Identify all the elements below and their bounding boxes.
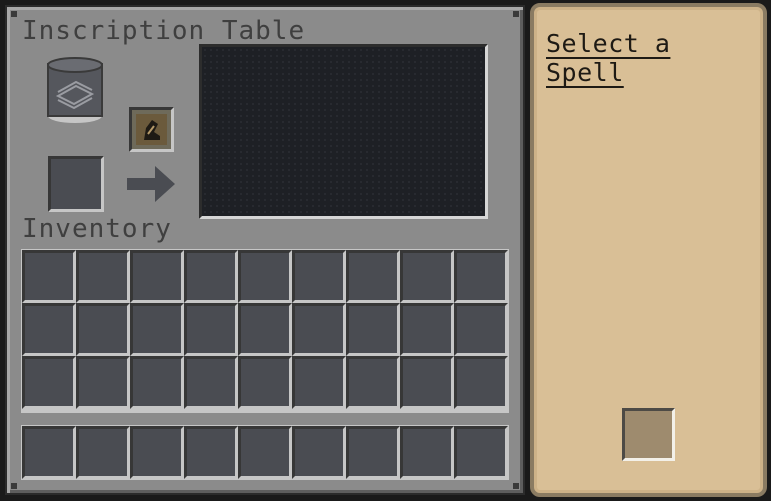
spell-preview-display [199, 44, 488, 219]
inventory-label: Inventory [22, 214, 172, 244]
panel-corner [513, 11, 519, 17]
panel-corner [513, 483, 519, 489]
page-title: Inscription Table [22, 16, 306, 46]
right-arrow-icon [125, 164, 177, 204]
spell-selection-scroll: Select a Spell [530, 3, 767, 497]
quill-slot[interactable] [129, 107, 174, 152]
inventory-slot[interactable] [400, 303, 454, 356]
quill-icon [136, 114, 167, 145]
inventory-slot[interactable] [346, 356, 400, 409]
inventory-slot[interactable] [454, 356, 508, 409]
inventory-slot[interactable] [76, 250, 130, 303]
inventory-slot[interactable] [346, 303, 400, 356]
inventory-slot[interactable] [130, 303, 184, 356]
inventory-grid [22, 250, 508, 409]
hotbar-slot[interactable] [238, 426, 292, 479]
inventory-slot[interactable] [400, 250, 454, 303]
inventory-slot[interactable] [238, 303, 292, 356]
book-input-slot[interactable] [46, 56, 104, 124]
output-slot[interactable] [48, 156, 104, 212]
inventory-slot[interactable] [184, 250, 238, 303]
inventory-slot[interactable] [454, 250, 508, 303]
hotbar-slot[interactable] [22, 426, 76, 479]
inventory-slot[interactable] [292, 303, 346, 356]
hotbar-slot[interactable] [76, 426, 130, 479]
inventory-slot[interactable] [22, 356, 76, 409]
hotbar-slot[interactable] [130, 426, 184, 479]
book-icon [47, 57, 103, 123]
inventory-slot[interactable] [400, 356, 454, 409]
inventory-slot[interactable] [238, 356, 292, 409]
spell-panel-title: Select a Spell [546, 29, 671, 87]
inventory-slot[interactable] [22, 303, 76, 356]
inventory-slot[interactable] [22, 250, 76, 303]
panel-corner [11, 11, 17, 17]
hotbar-grid [22, 426, 508, 479]
inventory-slot[interactable] [238, 250, 292, 303]
hotbar-slot[interactable] [454, 426, 508, 479]
hotbar-slot[interactable] [346, 426, 400, 479]
inventory-slot[interactable] [130, 250, 184, 303]
inventory-slot[interactable] [76, 356, 130, 409]
inventory-slot[interactable] [184, 356, 238, 409]
inventory-slot[interactable] [454, 303, 508, 356]
inventory-slot[interactable] [130, 356, 184, 409]
inventory-slot[interactable] [76, 303, 130, 356]
inventory-slot[interactable] [292, 250, 346, 303]
panel-corner [11, 483, 17, 489]
spell-slot[interactable] [622, 408, 675, 461]
inventory-slot[interactable] [346, 250, 400, 303]
hotbar-slot[interactable] [184, 426, 238, 479]
hotbar-slot[interactable] [292, 426, 346, 479]
inventory-slot[interactable] [184, 303, 238, 356]
hotbar-slot[interactable] [400, 426, 454, 479]
inventory-slot[interactable] [292, 356, 346, 409]
